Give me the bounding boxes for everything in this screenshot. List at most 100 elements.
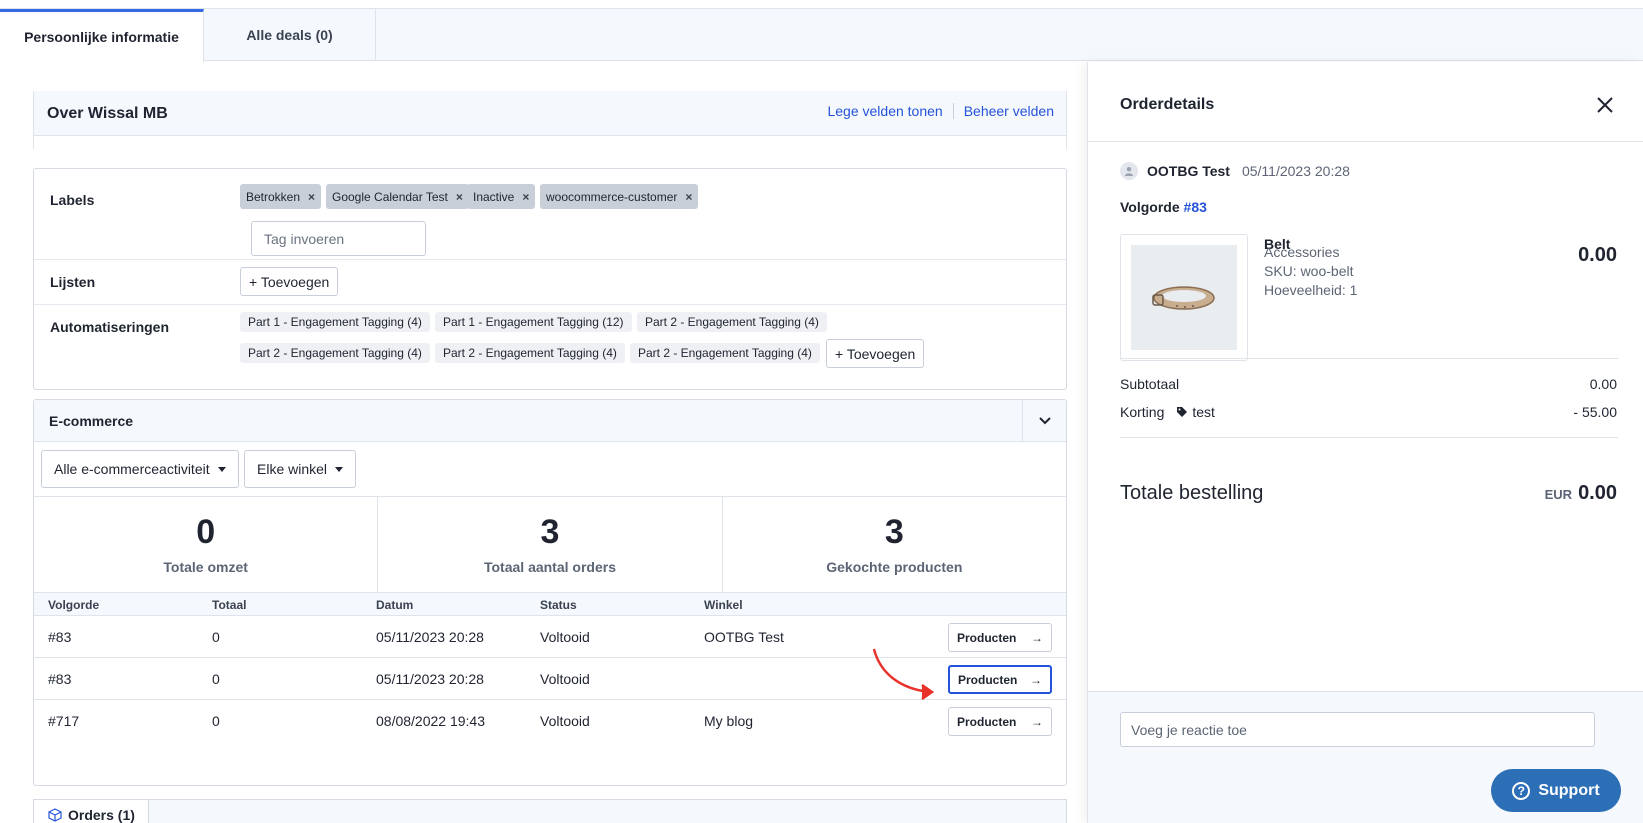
- about-body: [34, 135, 1066, 149]
- remove-chip-icon[interactable]: ×: [308, 190, 315, 204]
- chip-text: woocommerce-customer: [546, 189, 678, 204]
- column-header[interactable]: Datum: [376, 598, 413, 612]
- orders-tab-strip: Orders (1): [33, 799, 1067, 823]
- discount-line: Korting test: [1120, 404, 1215, 420]
- stat-value: 3: [540, 513, 560, 551]
- remove-chip-icon[interactable]: ×: [522, 190, 529, 204]
- discount-label: Korting: [1120, 404, 1165, 420]
- user-icon: [1120, 162, 1138, 180]
- order-label: Volgorde: [1120, 199, 1180, 215]
- stat-value: 0: [196, 513, 216, 551]
- order-details-panel: Orderdetails OOTBG Test 05/11/2023 20:28…: [1087, 62, 1643, 823]
- annotation-arrow-icon: [872, 648, 935, 701]
- column-header[interactable]: Status: [540, 598, 577, 612]
- discount-value: - 55.00: [1573, 404, 1617, 420]
- tab-bar: Persoonlijke informatie Alle deals (0): [0, 8, 1643, 62]
- button-label: Producten: [957, 714, 1017, 729]
- panel-footer: Voeg je reactie toe ? Support: [1088, 691, 1643, 823]
- belt-icon: [1152, 285, 1215, 310]
- stat-total-revenue: 0 Totale omzet: [34, 497, 379, 592]
- order-store: OOTBG Test: [1147, 163, 1230, 179]
- add-automation-button[interactable]: + Toevoegen: [826, 339, 925, 368]
- stats-row: 0 Totale omzet 3 Totaal aantal orders 3 …: [34, 496, 1066, 592]
- stat-label: Totaal aantal orders: [483, 559, 616, 575]
- add-list-button[interactable]: + Toevoegen: [240, 267, 339, 296]
- manage-fields-link[interactable]: Beheer velden: [964, 103, 1054, 119]
- label-chip: Betrokken ×: [240, 184, 322, 209]
- cell-total: 0: [212, 629, 220, 645]
- product-image: [1120, 234, 1248, 361]
- automation-chip[interactable]: Part 1 - Engagement Tagging (12): [435, 312, 632, 332]
- store-filter-dropdown[interactable]: Elke winkel: [244, 450, 357, 488]
- tab-orders[interactable]: Orders (1): [34, 800, 149, 823]
- divider: [34, 304, 1066, 305]
- tab-label: Persoonlijke informatie: [24, 29, 179, 45]
- automation-chip[interactable]: Part 2 - Engagement Tagging (4): [435, 343, 625, 363]
- divider: [34, 259, 1066, 260]
- about-links: Lege velden tonen Beheer velden: [827, 103, 1054, 119]
- cell-total: 0: [212, 671, 220, 687]
- activity-filter-dropdown[interactable]: Alle e-commerceactiviteit: [41, 450, 239, 488]
- cell-order: #83: [48, 629, 72, 645]
- automation-chip[interactable]: Part 2 - Engagement Tagging (4): [630, 343, 820, 363]
- cell-date: 08/08/2022 19:43: [376, 713, 485, 729]
- automation-chip[interactable]: Part 2 - Engagement Tagging (4): [240, 343, 430, 363]
- products-button[interactable]: Producten →: [948, 623, 1052, 652]
- subtotal-label: Subtotaal: [1120, 376, 1180, 392]
- order-number-link[interactable]: #83: [1184, 199, 1207, 215]
- tag-icon: [1177, 407, 1188, 417]
- labels-card: Labels Betrokken × Google Calendar Test × …: [33, 168, 1067, 390]
- arrow-right-icon: →: [1031, 714, 1043, 729]
- stat-label: Gekochte producten: [826, 559, 963, 575]
- tab-all-deals[interactable]: Alle deals (0): [204, 9, 376, 61]
- caret-down-icon: [335, 466, 344, 472]
- chip-text: Google Calendar Test: [332, 189, 448, 204]
- comment-input[interactable]: Voeg je reactie toe: [1120, 712, 1595, 747]
- arrow-right-icon: →: [1031, 630, 1043, 645]
- cell-status: Voltooid: [540, 713, 590, 729]
- tab-label: Alle deals (0): [246, 27, 333, 43]
- panel-title: Orderdetails: [1120, 96, 1215, 113]
- products-button[interactable]: Producten →: [948, 665, 1052, 694]
- close-icon[interactable]: [1596, 96, 1614, 114]
- order-meta: OOTBG Test 05/11/2023 20:28: [1120, 162, 1350, 180]
- column-header[interactable]: Volgorde: [48, 598, 99, 612]
- product-sku: SKU: woo-belt: [1264, 263, 1354, 279]
- remove-chip-icon[interactable]: ×: [456, 190, 463, 204]
- remove-chip-icon[interactable]: ×: [685, 190, 692, 204]
- column-header[interactable]: Totaal: [212, 598, 246, 612]
- products-button[interactable]: Producten →: [948, 707, 1052, 736]
- lists-title: Lijsten: [50, 274, 96, 290]
- automation-chip[interactable]: Part 2 - Engagement Tagging (4): [637, 312, 827, 332]
- cell-store: My blog: [704, 713, 754, 729]
- dropdown-value: Alle e-commerceactiviteit: [54, 461, 210, 477]
- product-quantity: Hoeveelheid: 1: [1264, 282, 1358, 298]
- about-header: Over Wissal MB Lege velden tonen Beheer …: [33, 91, 1067, 149]
- label-chip: Inactive ×: [467, 184, 536, 209]
- divider: [1120, 358, 1618, 359]
- chevron-down-icon: [1038, 417, 1051, 425]
- contact-main-column: Over Wissal MB Lege velden tonen Beheer …: [0, 62, 1087, 823]
- cell-order: #717: [48, 713, 80, 729]
- cell-status: Voltooid: [540, 629, 590, 645]
- caret-down-icon: [217, 466, 226, 472]
- arrow-right-icon: →: [1030, 672, 1042, 687]
- order-total-label: Totale bestelling: [1120, 482, 1264, 504]
- cell-date: 05/11/2023 20:28: [376, 671, 484, 687]
- subtotal-value: 0.00: [1589, 376, 1617, 392]
- help-icon: ?: [1512, 781, 1531, 800]
- discount-code: test: [1192, 404, 1215, 420]
- order-number-line: Volgorde #83: [1120, 199, 1207, 215]
- support-button[interactable]: ? Support: [1491, 769, 1621, 812]
- tab-personal-info[interactable]: Persoonlijke informatie: [0, 9, 204, 62]
- collapse-toggle[interactable]: [1022, 400, 1066, 442]
- currency: EUR: [1544, 487, 1573, 502]
- chip-text: Betrokken: [246, 189, 301, 204]
- ecommerce-header: E-commerce: [34, 400, 1066, 442]
- show-empty-fields-link[interactable]: Lege velden tonen: [827, 103, 942, 119]
- column-header[interactable]: Winkel: [704, 598, 743, 612]
- tag-input[interactable]: Tag invoeren: [251, 221, 426, 256]
- automation-chip[interactable]: Part 1 - Engagement Tagging (4): [240, 312, 430, 332]
- ecommerce-title: E-commerce: [49, 413, 134, 429]
- box-icon: [48, 807, 62, 822]
